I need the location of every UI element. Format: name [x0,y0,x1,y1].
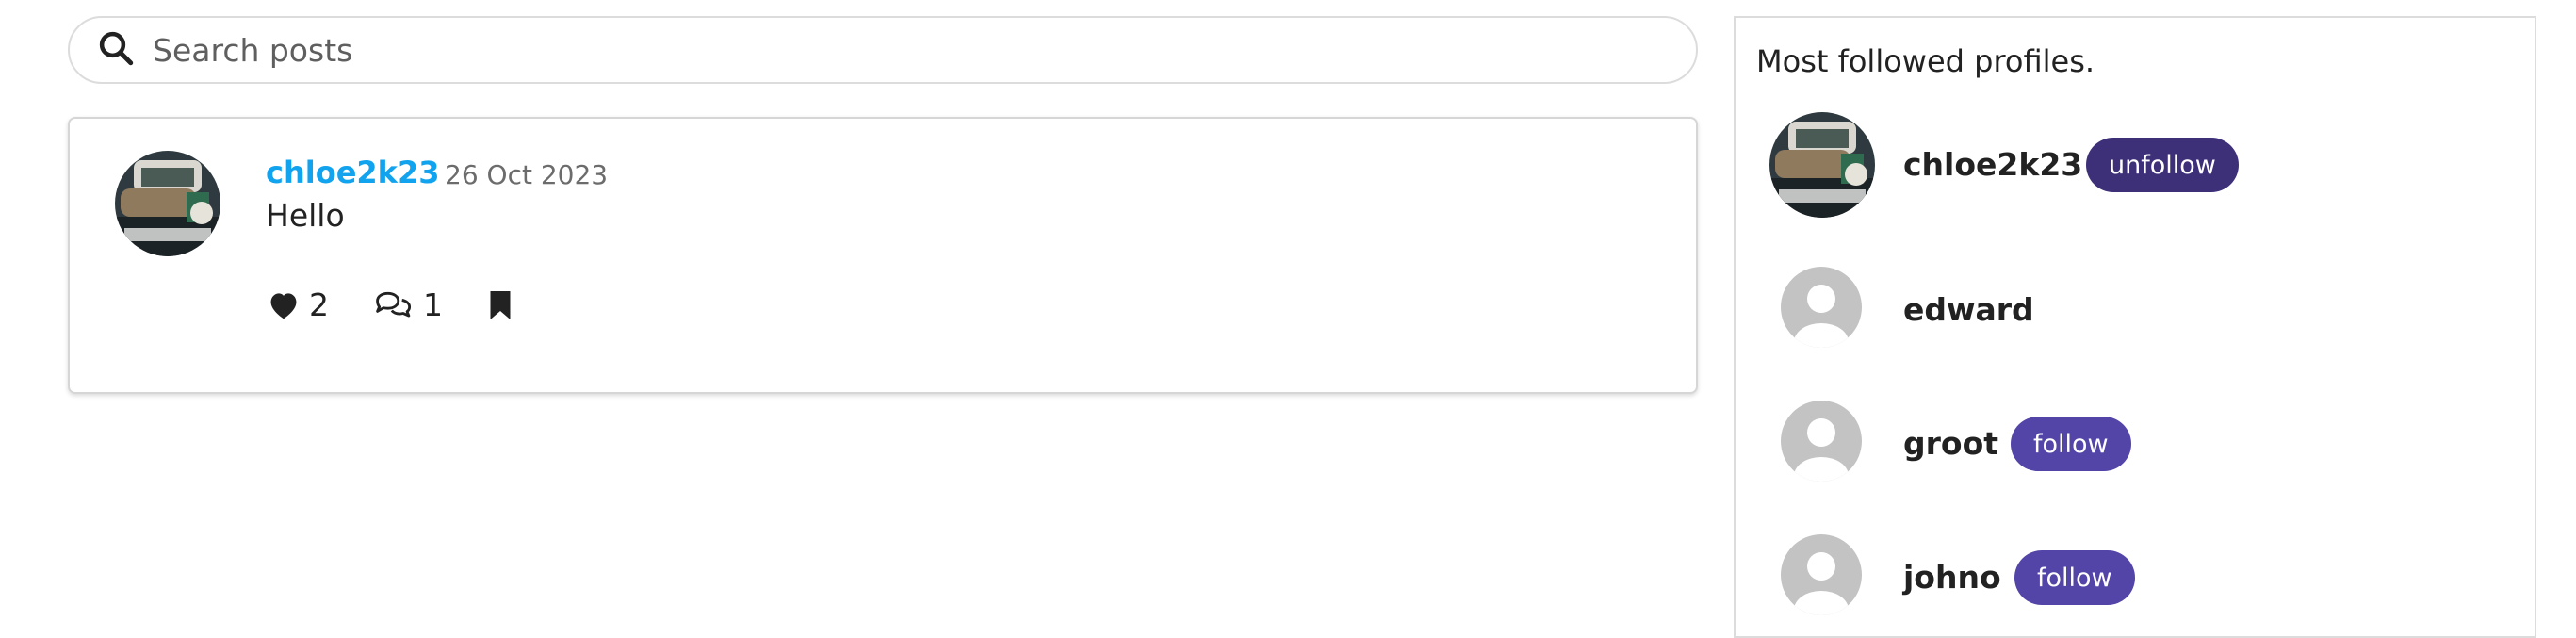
comment-icon [372,287,416,323]
search-input[interactable] [151,30,1568,70]
default-avatar-icon[interactable] [1781,401,1862,482]
avatar[interactable] [1769,112,1875,218]
post-date: 26 Oct 2023 [445,159,609,190]
search-icon [96,28,136,72]
profile-name[interactable]: chloe2k23 [1903,146,2082,183]
comment-button[interactable]: 1 [372,286,443,323]
post-body: Hello [266,197,345,234]
follow-button[interactable]: follow [2011,417,2131,471]
profile-item-groot: groot follow [1736,391,2535,497]
profile-item-edward: edward [1736,257,2535,363]
profile-item-chloe2k23: chloe2k23 unfollow [1736,112,2535,218]
post-card: chloe2k23 26 Oct 2023 Hello 2 1 [68,117,1698,394]
most-followed-panel: Most followed profiles. chloe2k23 unfoll… [1734,16,2536,638]
heart-icon [266,287,302,323]
profile-item-johno: johno follow [1736,525,2535,630]
like-count: 2 [309,286,329,323]
profile-name[interactable]: johno [1903,559,2001,596]
default-avatar-icon[interactable] [1781,267,1862,348]
avatar[interactable] [115,151,220,256]
bookmark-icon [486,287,514,323]
post-actions: 2 1 [266,286,514,323]
profile-name[interactable]: edward [1903,291,2034,328]
bookmark-button[interactable] [486,287,514,323]
post-author-link[interactable]: chloe2k23 [266,155,439,190]
follow-button[interactable]: follow [2014,550,2135,605]
unfollow-button[interactable]: unfollow [2086,138,2239,192]
default-avatar-icon[interactable] [1781,534,1862,615]
comment-count: 1 [423,286,443,323]
profile-name[interactable]: groot [1903,425,1998,462]
like-button[interactable]: 2 [266,286,329,323]
sidebar-title: Most followed profiles. [1756,43,2095,79]
search-bar[interactable] [68,16,1698,84]
